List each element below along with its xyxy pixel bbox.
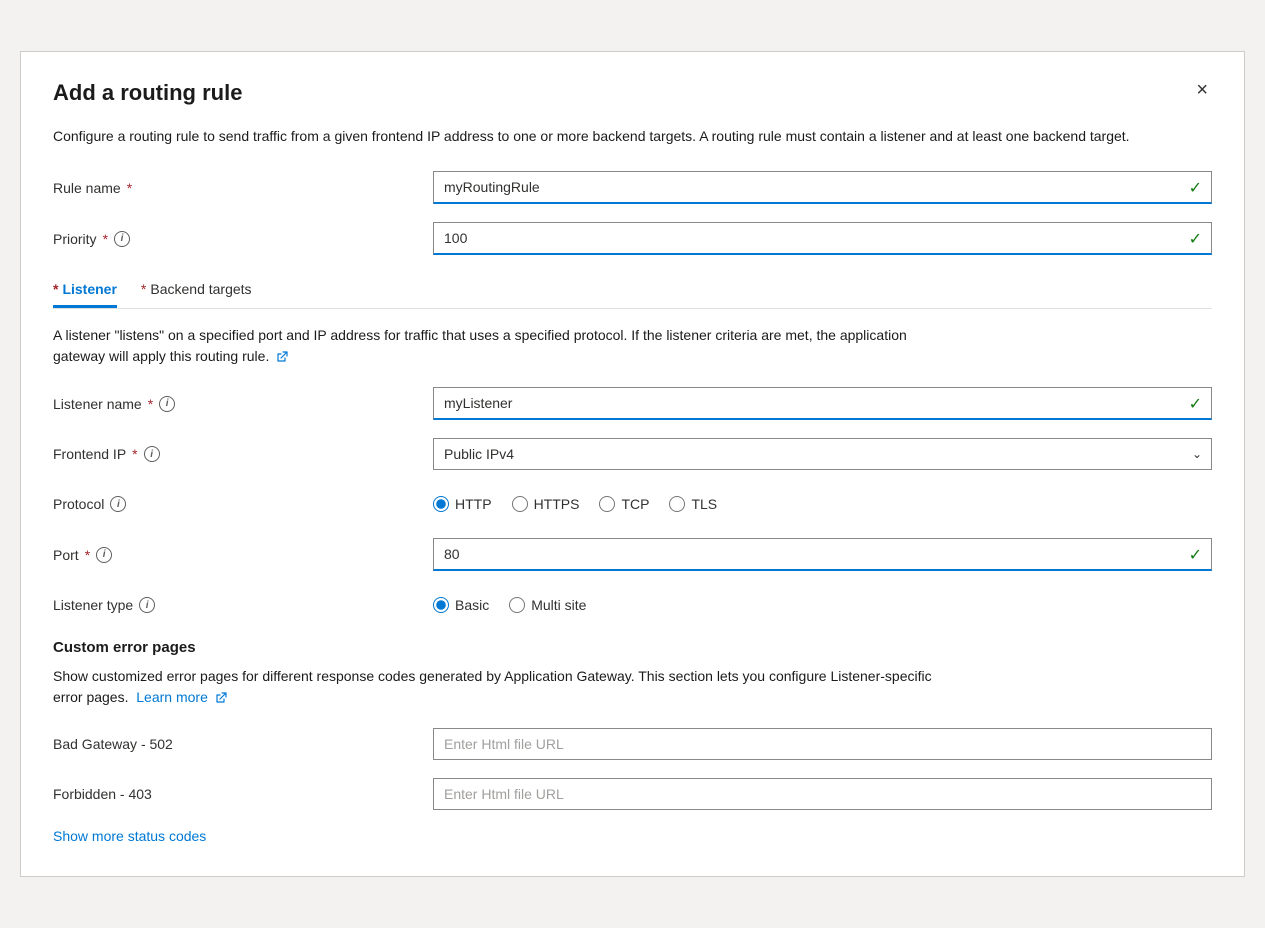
port-input[interactable] [433,538,1212,571]
forbidden-label: Forbidden - 403 [53,786,433,802]
dialog-title: Add a routing rule [53,80,242,106]
rule-name-check-icon: ✓ [1189,178,1202,198]
bad-gateway-label: Bad Gateway - 502 [53,736,433,752]
listener-description: A listener "listens" on a specified port… [53,325,953,367]
listener-type-radio-group: Basic Multi site [433,589,1212,621]
protocol-tcp-label: TCP [621,496,649,512]
show-more-status-codes-link[interactable]: Show more status codes [53,828,206,844]
frontend-ip-select[interactable]: Public IPv4 Private IPv4 [433,438,1212,470]
port-check-icon: ✓ [1189,545,1202,565]
listener-type-row: Listener type i Basic Multi site [53,589,1212,621]
listener-type-basic-option[interactable]: Basic [433,597,489,613]
rule-name-required: * [127,180,132,196]
protocol-row: Protocol i HTTP HTTPS TCP TLS [53,488,1212,520]
frontend-ip-label: Frontend IP * i [53,446,433,462]
listener-name-input[interactable] [433,387,1212,420]
protocol-http-label: HTTP [455,496,492,512]
priority-required: * [103,231,108,247]
listener-type-info-icon[interactable]: i [139,597,155,613]
protocol-https-option[interactable]: HTTPS [512,496,580,512]
port-row: Port * i ✓ [53,538,1212,571]
dialog-description: Configure a routing rule to send traffic… [53,126,1153,147]
tab-listener-required: * [53,281,58,297]
priority-check-icon: ✓ [1189,229,1202,249]
frontend-ip-select-wrap: Public IPv4 Private IPv4 ⌄ [433,438,1212,470]
frontend-ip-select-container: Public IPv4 Private IPv4 ⌄ [433,438,1212,470]
protocol-tcp-radio[interactable] [599,496,615,512]
custom-error-title: Custom error pages [53,639,1212,656]
close-button[interactable]: × [1192,80,1212,100]
listener-name-required: * [148,396,153,412]
rule-name-row: Rule name * ✓ [53,171,1212,204]
tab-backend-targets[interactable]: *Backend targets [141,273,252,308]
protocol-tls-label: TLS [691,496,717,512]
listener-type-options: Basic Multi site [433,589,1212,621]
bad-gateway-input-wrap [433,728,1212,760]
protocol-https-radio[interactable] [512,496,528,512]
priority-field-wrap: ✓ [433,222,1212,255]
listener-name-row: Listener name * i ✓ [53,387,1212,420]
listener-name-info-icon[interactable]: i [159,396,175,412]
listener-type-basic-label: Basic [455,597,489,613]
listener-external-link[interactable] [273,348,288,364]
priority-label: Priority * i [53,231,433,247]
tab-listener[interactable]: *Listener [53,273,117,308]
frontend-ip-row: Frontend IP * i Public IPv4 Private IPv4… [53,438,1212,470]
protocol-https-label: HTTPS [534,496,580,512]
listener-name-field-wrap: ✓ [433,387,1212,420]
tabs-container: *Listener *Backend targets [53,273,1212,309]
rule-name-input[interactable] [433,171,1212,204]
protocol-tcp-option[interactable]: TCP [599,496,649,512]
custom-error-desc: Show customized error pages for differen… [53,666,953,708]
protocol-http-radio[interactable] [433,496,449,512]
protocol-info-icon[interactable]: i [110,496,126,512]
listener-type-multisite-radio[interactable] [509,597,525,613]
frontend-ip-required: * [132,446,137,462]
forbidden-input[interactable] [433,778,1212,810]
tab-backend-required: * [141,281,146,297]
add-routing-rule-dialog: Add a routing rule × Configure a routing… [20,51,1245,877]
listener-name-label: Listener name * i [53,396,433,412]
learn-more-link[interactable]: Learn more [136,689,226,705]
rule-name-label: Rule name * [53,180,433,196]
bad-gateway-row: Bad Gateway - 502 [53,728,1212,760]
priority-input-wrap: ✓ [433,222,1212,255]
protocol-http-option[interactable]: HTTP [433,496,492,512]
protocol-label: Protocol i [53,496,433,512]
listener-type-multisite-option[interactable]: Multi site [509,597,586,613]
frontend-ip-info-icon[interactable]: i [144,446,160,462]
port-info-icon[interactable]: i [96,547,112,563]
priority-input[interactable] [433,222,1212,255]
rule-name-field-wrap: ✓ [433,171,1212,204]
port-required: * [85,547,90,563]
show-more-wrap: Show more status codes [53,828,1212,844]
listener-type-basic-radio[interactable] [433,597,449,613]
port-label: Port * i [53,547,433,563]
listener-type-label: Listener type i [53,597,433,613]
priority-info-icon[interactable]: i [114,231,130,247]
listener-name-check-icon: ✓ [1189,394,1202,414]
protocol-tls-radio[interactable] [669,496,685,512]
listener-type-multisite-label: Multi site [531,597,586,613]
dialog-header: Add a routing rule × [53,80,1212,106]
rule-name-input-wrap: ✓ [433,171,1212,204]
bad-gateway-input[interactable] [433,728,1212,760]
port-input-wrap: ✓ [433,538,1212,571]
forbidden-input-wrap [433,778,1212,810]
priority-row: Priority * i ✓ [53,222,1212,255]
forbidden-row: Forbidden - 403 [53,778,1212,810]
protocol-tls-option[interactable]: TLS [669,496,717,512]
protocol-options: HTTP HTTPS TCP TLS [433,488,1212,520]
protocol-radio-group: HTTP HTTPS TCP TLS [433,488,1212,520]
listener-name-input-wrap: ✓ [433,387,1212,420]
port-field-wrap: ✓ [433,538,1212,571]
